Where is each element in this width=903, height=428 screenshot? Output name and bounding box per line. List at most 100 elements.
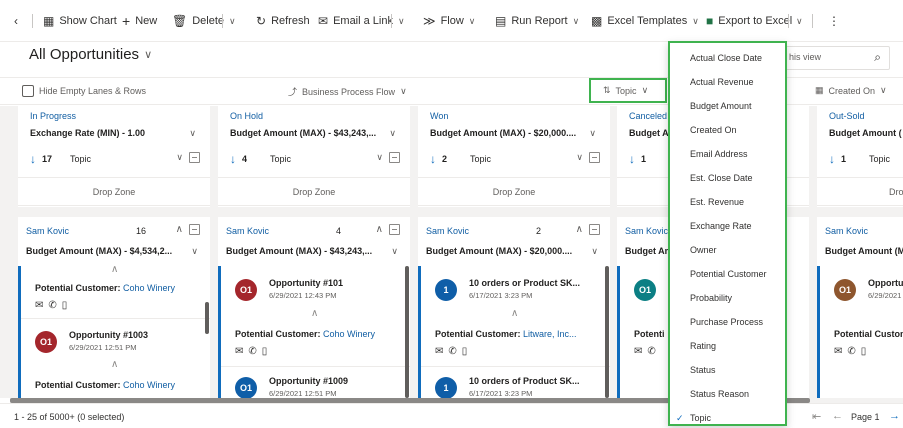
- chevron-down-icon[interactable]: ∨: [591, 246, 598, 257]
- sort-menu-item[interactable]: Exchange Rate: [670, 214, 785, 238]
- card-scrollbar[interactable]: [203, 266, 210, 398]
- collapse-lane-icon[interactable]: [389, 152, 400, 163]
- excel-templates-button[interactable]: ▩ Excel Templates ∨: [591, 13, 699, 29]
- view-selector[interactable]: All Opportunities ∨: [29, 46, 152, 63]
- sort-down-arrow-icon[interactable]: ↓: [829, 152, 835, 166]
- chevron-down-icon[interactable]: ∨: [376, 152, 383, 163]
- more-commands-button[interactable]: ⋮: [828, 13, 840, 29]
- chevron-down-icon[interactable]: ∨: [189, 128, 196, 139]
- chevron-down-icon[interactable]: ∨: [576, 152, 583, 163]
- note-icon[interactable]: ▯: [62, 300, 68, 311]
- back-button[interactable]: ‹: [14, 13, 18, 29]
- collapse-group-icon[interactable]: [389, 224, 400, 235]
- phone-icon[interactable]: ✆: [847, 346, 855, 357]
- more-delete-options[interactable]: ∨: [229, 13, 236, 29]
- chevron-down-icon[interactable]: ∨: [589, 128, 596, 139]
- sort-menu-item[interactable]: Purchase Process: [670, 310, 785, 334]
- sort-menu-item[interactable]: ✓ Topic: [670, 406, 785, 428]
- chevron-up-icon[interactable]: ∧: [576, 224, 583, 235]
- sort-menu-item[interactable]: Actual Close Date: [670, 46, 785, 70]
- sort-menu-item[interactable]: Probability: [670, 286, 785, 310]
- sort-menu-item[interactable]: Status: [670, 358, 785, 382]
- more-email-options[interactable]: ∨: [398, 13, 405, 29]
- flow-button[interactable]: ≫ Flow ∨: [423, 13, 475, 29]
- chevron-down-icon[interactable]: ∨: [389, 128, 396, 139]
- delete-button[interactable]: 🗑 Delete: [172, 13, 224, 29]
- sort-menu-item[interactable]: Status Reason: [670, 382, 785, 406]
- phone-icon[interactable]: ✆: [248, 346, 256, 357]
- drop-zone[interactable]: Drop Zone: [418, 177, 610, 206]
- drop-zone[interactable]: Drop Zone: [817, 177, 903, 206]
- email-icon[interactable]: ✉: [235, 346, 243, 357]
- run-report-button[interactable]: ▤ Run Report ∨: [495, 13, 579, 29]
- card-title[interactable]: 10 orders of Product SK...: [469, 376, 580, 386]
- first-page-icon[interactable]: ⇤: [812, 410, 821, 423]
- collapse-group-icon[interactable]: [189, 224, 200, 235]
- chevron-up-icon[interactable]: ∧: [311, 308, 318, 319]
- chevron-up-icon[interactable]: ∧: [376, 224, 383, 235]
- card-title[interactable]: Opportunity #101: [269, 278, 343, 288]
- chevron-up-icon[interactable]: ∧: [176, 224, 183, 235]
- collapse-group-icon[interactable]: [589, 224, 600, 235]
- sort-menu-item[interactable]: Est. Close Date: [670, 166, 785, 190]
- note-icon[interactable]: ▯: [462, 346, 468, 357]
- created-on-filter[interactable]: ▦ Created On ∨: [815, 85, 887, 96]
- chevron-down-icon[interactable]: ∨: [191, 246, 198, 257]
- email-icon[interactable]: ✉: [35, 300, 43, 311]
- email-icon[interactable]: ✉: [435, 346, 443, 357]
- note-icon[interactable]: ▯: [262, 346, 268, 357]
- phone-icon[interactable]: ✆: [48, 300, 56, 311]
- sort-menu-item[interactable]: Est. Revenue: [670, 190, 785, 214]
- sort-menu-item[interactable]: Potential Customer: [670, 262, 785, 286]
- group-owner[interactable]: Sam Kovic: [426, 226, 469, 236]
- chevron-up-icon[interactable]: ∧: [111, 266, 118, 275]
- chevron-down-icon[interactable]: ∨: [391, 246, 398, 257]
- group-owner[interactable]: Sam Kovic: [226, 226, 269, 236]
- sort-menu-item[interactable]: Actual Revenue: [670, 70, 785, 94]
- sort-menu-item[interactable]: Rating: [670, 334, 785, 358]
- export-excel-button[interactable]: ■ Export to Excel: [706, 13, 792, 29]
- drop-zone[interactable]: Drop Zone: [218, 177, 410, 206]
- more-export-options[interactable]: ∨: [796, 13, 803, 29]
- card-title[interactable]: Opportunity #1009: [269, 376, 348, 386]
- sort-down-arrow-icon[interactable]: ↓: [430, 152, 436, 166]
- phone-icon[interactable]: ✆: [647, 346, 655, 357]
- scroll-thumb[interactable]: [405, 266, 409, 398]
- scroll-thumb[interactable]: [605, 266, 609, 398]
- note-icon[interactable]: ▯: [861, 346, 867, 357]
- chevron-up-icon[interactable]: ∧: [511, 308, 518, 319]
- field-value-link[interactable]: Coho Winery: [123, 283, 175, 293]
- sort-menu-item[interactable]: Owner: [670, 238, 785, 262]
- card-scrollbar[interactable]: [603, 266, 610, 398]
- collapse-lane-icon[interactable]: [189, 152, 200, 163]
- checkbox[interactable]: [22, 85, 34, 97]
- sort-down-arrow-icon[interactable]: ↓: [30, 152, 36, 166]
- refresh-button[interactable]: ↻ Refresh: [256, 13, 310, 29]
- card-scrollbar[interactable]: [403, 266, 410, 398]
- email-link-button[interactable]: ✉ Email a Link: [318, 13, 393, 29]
- card-title[interactable]: Opportunity #1003: [69, 330, 148, 340]
- field-value-link[interactable]: Coho Winery: [123, 380, 175, 390]
- collapse-lane-icon[interactable]: [589, 152, 600, 163]
- new-button[interactable]: + New: [122, 13, 157, 29]
- show-chart-button[interactable]: ▦ Show Chart: [43, 13, 117, 29]
- sort-down-arrow-icon[interactable]: ↓: [629, 152, 635, 166]
- chevron-down-icon[interactable]: ∨: [176, 152, 183, 163]
- sort-down-arrow-icon[interactable]: ↓: [230, 152, 236, 166]
- sort-menu-item[interactable]: Budget Amount: [670, 94, 785, 118]
- card-title[interactable]: 10 orders or Product SK...: [469, 278, 580, 288]
- field-value-link[interactable]: Litware, Inc...: [523, 329, 577, 339]
- email-icon[interactable]: ✉: [834, 346, 842, 357]
- drop-zone[interactable]: Drop Zone: [18, 177, 210, 206]
- email-icon[interactable]: ✉: [634, 346, 642, 357]
- group-owner[interactable]: Sam Kovic: [26, 226, 69, 236]
- scroll-thumb[interactable]: [205, 302, 209, 334]
- sort-by-button[interactable]: ⇅ Topic ∨: [589, 78, 667, 103]
- chevron-up-icon[interactable]: ∧: [111, 359, 118, 370]
- group-owner[interactable]: Sam Kovic: [825, 226, 868, 236]
- card-title[interactable]: Opportun: [868, 278, 903, 288]
- group-owner[interactable]: Sam Kovic: [625, 226, 668, 236]
- sort-menu-item[interactable]: Email Address: [670, 142, 785, 166]
- search-icon[interactable]: ⌕: [874, 50, 881, 65]
- hide-empty-lanes-toggle[interactable]: Hide Empty Lanes & Rows: [22, 85, 146, 97]
